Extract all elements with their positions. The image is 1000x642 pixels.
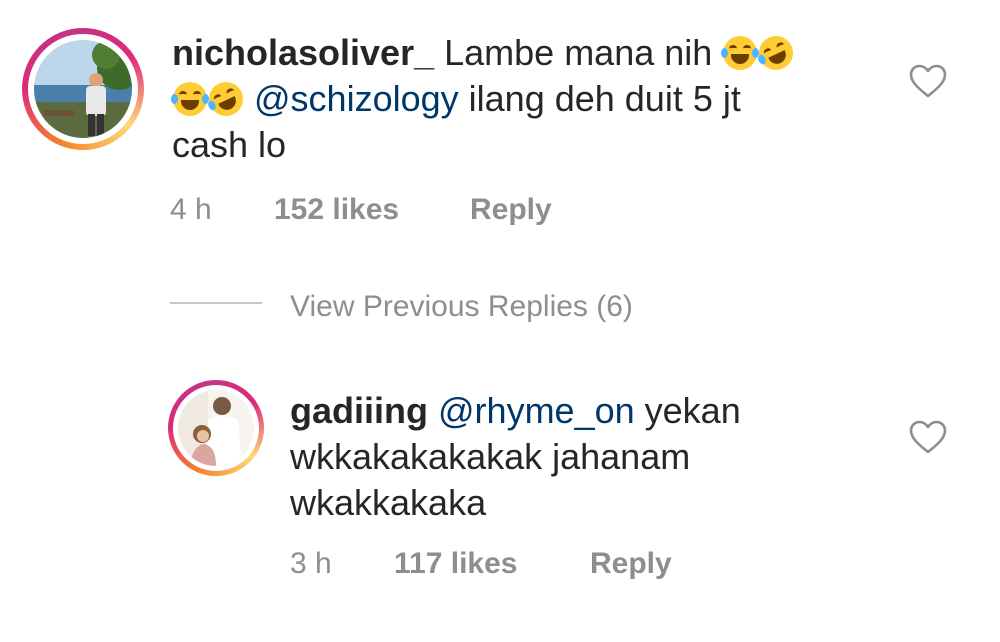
comment-1-text-line3: cash lo [172,124,287,165]
comment-2-reply-button[interactable]: Reply [590,546,672,582]
like-heart-icon[interactable] [908,419,948,455]
comment-1-username[interactable]: nicholasoliver_ [172,32,434,73]
comment-2-meta: 3 h 117 likes Reply [290,546,710,582]
comment-2-text-part1: yekan [634,390,741,431]
face-with-tears-of-joy-icon [171,82,209,116]
comment-2-username[interactable]: gadiiing [290,390,428,431]
avatar-gadiiing[interactable] [168,380,264,476]
comment-1-text-part1: Lambe mana nih [434,32,723,73]
comment-1-reply-button[interactable]: Reply [470,192,552,228]
comment-2-mention[interactable]: @rhyme_on [438,390,635,431]
comment-2-body: gadiiing @rhyme_on yekan wkkakakakakak j… [290,388,890,526]
avatar-photo-image [178,390,254,466]
avatar-photo-image [34,40,132,138]
rolling-on-the-floor-laughing-icon [203,76,249,122]
avatar-nicholasoliver[interactable] [22,28,144,150]
comment-2-text-line2: wkkakakakakak jahanam [290,436,691,477]
comment-1-mention[interactable]: @schizology [254,78,459,119]
replies-divider [170,302,262,304]
view-previous-replies-label[interactable]: View Previous Replies (6) [290,289,633,325]
rolling-on-the-floor-laughing-icon [753,30,799,76]
like-heart-icon[interactable] [908,63,948,99]
comment-1-time: 4 h [170,193,212,226]
comment-1-meta: 4 h 152 likes Reply [170,192,590,228]
comment-2-text-line3: wkakkakaka [290,482,487,523]
face-with-tears-of-joy-icon [721,36,760,70]
comment-1-text-part2: ilang deh duit 5 jt [458,78,741,119]
comment-1-body: nicholasoliver_ Lambe mana nih @schizolo… [171,30,872,168]
comment-2-likes[interactable]: 117 likes [394,546,517,582]
comment-2-time: 3 h [290,547,332,580]
comment-1-likes[interactable]: 152 likes [274,192,399,228]
